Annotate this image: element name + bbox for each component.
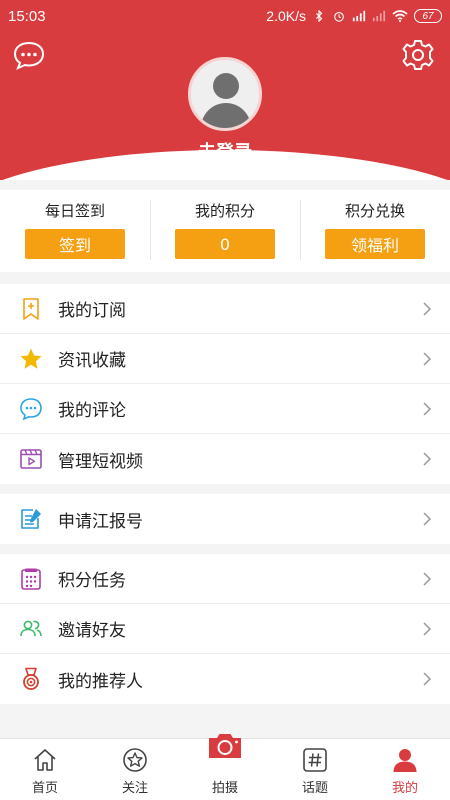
stat-exchange: 积分兑换 领福利 <box>300 190 450 272</box>
battery-indicator: 67 <box>414 9 442 23</box>
gear-icon[interactable] <box>401 38 435 72</box>
profile-header: 15:03 2.0K/s 67 未登录 <box>0 0 450 180</box>
avatar[interactable] <box>188 57 262 131</box>
menu-item-label: 我的评论 <box>58 401 126 421</box>
hashtag-icon <box>303 748 327 772</box>
stat-points: 我的积分 0 <box>150 190 300 272</box>
menu-item-subscriptions[interactable]: 我的订阅 <box>0 284 450 334</box>
bookmark-add-icon <box>23 297 39 320</box>
user-icon <box>393 749 417 772</box>
star-circle-icon <box>123 748 147 772</box>
chevron-right-icon <box>423 572 432 586</box>
benefits-button[interactable]: 领福利 <box>325 229 425 259</box>
stat-label: 每日签到 <box>44 202 105 220</box>
comment-icon <box>20 397 42 420</box>
chevron-right-icon <box>423 622 432 636</box>
stat-label: 我的积分 <box>194 202 255 220</box>
wifi-icon <box>392 10 408 22</box>
camera-icon <box>209 734 241 758</box>
menu-item-label: 邀请好友 <box>58 621 126 641</box>
tab-home[interactable]: 首页 <box>0 739 90 800</box>
tab-label: 话题 <box>301 781 328 796</box>
chevron-right-icon <box>423 302 432 316</box>
medal-icon <box>23 667 39 690</box>
login-status-label[interactable]: 未登录 <box>0 138 450 164</box>
menu-item-label: 积分任务 <box>58 571 126 591</box>
tab-label: 我的 <box>391 781 418 796</box>
menu-item-label: 管理短视频 <box>58 451 143 472</box>
star-icon <box>20 348 42 369</box>
chevron-right-icon <box>423 512 432 526</box>
menu-item-apply-account[interactable]: 申请江报号 <box>0 494 450 544</box>
signal-weak-icon <box>372 10 386 22</box>
menu-item-referrer[interactable]: 我的推荐人 <box>0 654 450 704</box>
stat-checkin: 每日签到 签到 <box>0 190 150 272</box>
menu-item-short-videos[interactable]: 管理短视频 <box>0 434 450 484</box>
tab-label: 首页 <box>31 781 58 796</box>
status-time: 15:03 <box>8 7 46 25</box>
bluetooth-icon <box>316 10 323 22</box>
menu-item-label: 申请江报号 <box>58 511 143 532</box>
points-button[interactable]: 0 <box>175 229 275 259</box>
network-speed: 2.0K/s <box>266 8 306 24</box>
edit-document-icon <box>21 509 41 529</box>
video-icon <box>20 449 42 469</box>
menu-item-comments[interactable]: 我的评论 <box>0 384 450 434</box>
chevron-right-icon <box>423 402 432 416</box>
tab-follow[interactable]: 关注 <box>90 739 180 800</box>
stats-panel: 每日签到 签到 我的积分 0 积分兑换 领福利 <box>0 190 450 272</box>
alarm-icon <box>334 12 344 22</box>
chevron-right-icon <box>423 452 432 466</box>
menu-item-favorites[interactable]: 资讯收藏 <box>0 334 450 384</box>
friends-icon <box>20 620 42 636</box>
tab-topics[interactable]: 话题 <box>270 739 360 800</box>
chat-bubble-icon[interactable] <box>12 40 46 70</box>
camera-button[interactable] <box>205 729 245 763</box>
calendar-icon <box>21 568 41 590</box>
checkin-button[interactable]: 签到 <box>25 229 125 259</box>
avatar-body <box>201 103 251 128</box>
tab-label: 关注 <box>121 781 148 796</box>
tab-shoot[interactable]: 拍摄 <box>180 734 270 800</box>
menu-item-invite-friends[interactable]: 邀请好友 <box>0 604 450 654</box>
menu-group-content: 我的订阅 资讯收藏 我的评论 管理短视频 <box>0 284 450 484</box>
menu-item-label: 我的推荐人 <box>58 671 143 692</box>
chevron-right-icon <box>423 352 432 366</box>
chevron-right-icon <box>423 672 432 686</box>
menu-group-apply: 申请江报号 <box>0 494 450 544</box>
avatar-head <box>213 73 239 99</box>
stat-label: 积分兑换 <box>344 202 405 220</box>
signal-icon <box>352 10 366 22</box>
menu-group-social: 积分任务 邀请好友 我的推荐人 <box>0 554 450 704</box>
tab-mine[interactable]: 我的 <box>360 739 450 800</box>
home-icon <box>34 749 56 771</box>
tab-label: 拍摄 <box>211 781 238 796</box>
bottom-tab-bar: 首页 关注 拍摄 话题 我的 <box>0 734 450 800</box>
menu-item-label: 资讯收藏 <box>58 351 126 371</box>
menu-item-label: 我的订阅 <box>58 301 126 321</box>
menu-item-point-tasks[interactable]: 积分任务 <box>0 554 450 604</box>
status-bar: 15:03 2.0K/s 67 <box>0 0 450 32</box>
